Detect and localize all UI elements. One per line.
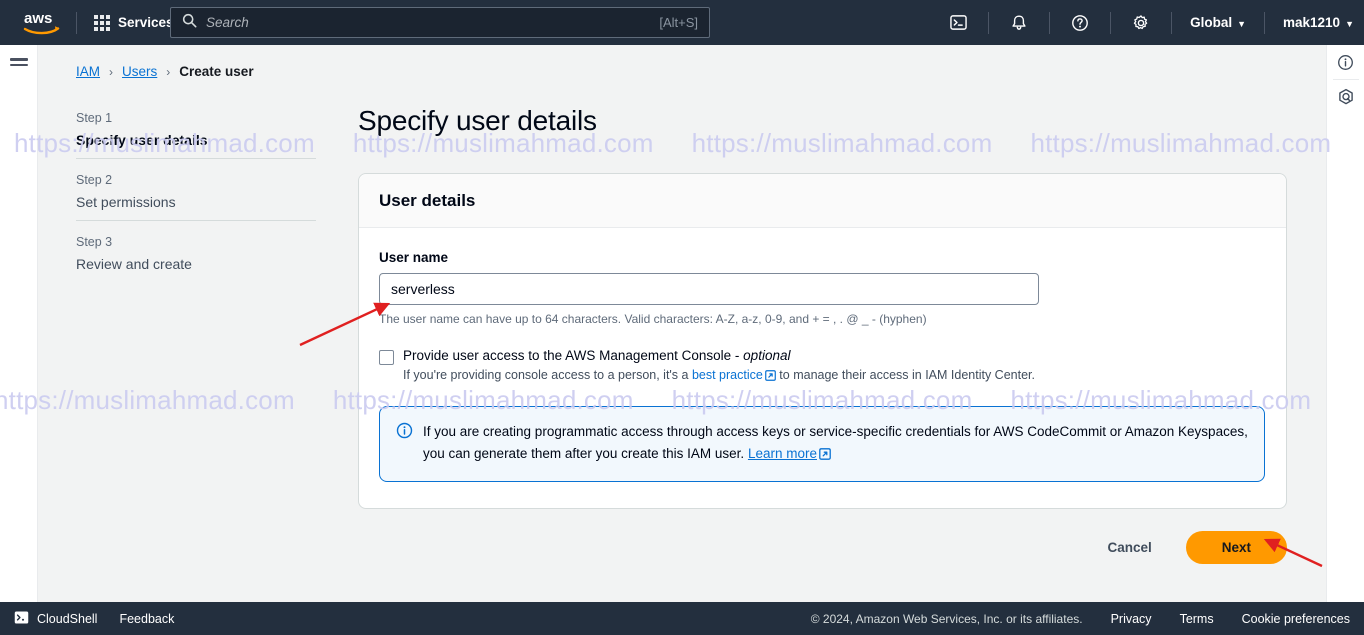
- global-search-bar[interactable]: Search [Alt+S]: [170, 7, 710, 38]
- breadcrumb-item-current: Create user: [179, 64, 254, 79]
- menu-toggle-button[interactable]: [9, 58, 28, 66]
- form-actions: Cancel Next: [358, 530, 1288, 564]
- region-selector[interactable]: Global ▼: [1180, 9, 1256, 36]
- footer-bar: CloudShell Feedback © 2024, Amazon Web S…: [0, 602, 1364, 635]
- user-details-card: User details User name The user name can…: [358, 173, 1287, 509]
- nav-divider: [1110, 11, 1112, 34]
- breadcrumb-item-iam[interactable]: IAM: [76, 64, 100, 79]
- privacy-link[interactable]: Privacy: [1111, 612, 1152, 626]
- username-label: User name: [379, 250, 449, 265]
- services-menu-button[interactable]: Services: [85, 9, 183, 37]
- description-suffix: to manage their access in IAM Identity C…: [775, 368, 1035, 382]
- learn-more-link[interactable]: Learn more: [748, 446, 817, 461]
- assistant-panel-button[interactable]: [1330, 80, 1362, 114]
- footer-left-group: CloudShell Feedback: [14, 610, 174, 628]
- description-prefix: If you're providing console access to a …: [403, 368, 692, 382]
- username-hint: The user name can have up to 64 characte…: [379, 312, 927, 326]
- terms-link[interactable]: Terms: [1180, 612, 1214, 626]
- card-body: User name The user name can have up to 6…: [359, 228, 1286, 508]
- nav-divider: [1049, 11, 1051, 34]
- external-link-icon: [819, 445, 831, 467]
- step-label: Review and create: [76, 256, 192, 272]
- breadcrumb-item-users[interactable]: Users: [122, 64, 157, 79]
- cloudshell-label: CloudShell: [37, 611, 98, 626]
- chevron-down-icon: ▼: [1237, 18, 1247, 29]
- copyright-text: © 2024, Amazon Web Services, Inc. or its…: [810, 611, 1083, 626]
- page-shell: IAM › Users › Create user Step 1 Specify…: [0, 45, 1364, 602]
- search-input-placeholder: Search: [206, 15, 249, 30]
- svg-text:aws: aws: [24, 10, 52, 27]
- notifications-button[interactable]: [1002, 8, 1036, 38]
- account-label: mak1210: [1283, 15, 1341, 30]
- info-alert: If you are creating programmatic access …: [379, 406, 1265, 482]
- sidebar-item-step-3[interactable]: Step 3 Review and create: [76, 220, 316, 282]
- aws-logo[interactable]: aws: [16, 10, 68, 36]
- cloudshell-button[interactable]: CloudShell: [14, 610, 97, 628]
- info-panel-button[interactable]: [1330, 45, 1362, 79]
- aws-console-page: aws Services Search [Alt+S] Global ▼ mak…: [0, 0, 1364, 635]
- card-title: User details: [379, 191, 476, 210]
- sidebar-item-step-1[interactable]: Step 1 Specify user details: [76, 105, 316, 158]
- nav-divider: [1171, 11, 1173, 34]
- step-label: Set permissions: [76, 194, 176, 210]
- nav-divider: [1264, 11, 1266, 34]
- settings-button[interactable]: [1124, 8, 1158, 38]
- feedback-link[interactable]: Feedback: [119, 612, 174, 626]
- console-access-label: Provide user access to the AWS Managemen…: [403, 348, 1035, 363]
- card-header: User details: [359, 174, 1286, 228]
- content-area: IAM › Users › Create user Step 1 Specify…: [38, 45, 1326, 602]
- services-label: Services: [118, 15, 174, 30]
- external-link-icon: [764, 370, 776, 384]
- account-menu[interactable]: mak1210 ▼: [1273, 9, 1364, 36]
- step-number: Step 1: [76, 111, 113, 125]
- page-title: Specify user details: [358, 105, 597, 136]
- cookie-preferences-link[interactable]: Cookie preferences: [1242, 612, 1350, 626]
- main-pane: Specify user details User details User n…: [358, 105, 1288, 564]
- info-alert-body: If you are creating programmatic access …: [423, 424, 1248, 461]
- best-practice-link[interactable]: best practice: [692, 368, 763, 382]
- step-label: Specify user details: [76, 132, 208, 148]
- chevron-down-icon: ▼: [1345, 18, 1354, 29]
- region-label: Global: [1190, 15, 1233, 30]
- info-circle-icon: [396, 422, 413, 467]
- optional-tag: optional: [743, 348, 791, 363]
- terminal-icon: [14, 610, 29, 628]
- info-alert-text: If you are creating programmatic access …: [423, 421, 1248, 467]
- username-input[interactable]: [379, 273, 1039, 305]
- search-icon: [182, 13, 197, 33]
- grid-icon: [94, 14, 110, 31]
- top-nav-right-group: Global ▼ mak1210 ▼: [936, 0, 1364, 45]
- help-button[interactable]: [1063, 8, 1097, 38]
- nav-divider: [988, 11, 990, 34]
- breadcrumb: IAM › Users › Create user: [76, 64, 254, 79]
- cloudshell-launch-button[interactable]: [941, 8, 975, 38]
- breadcrumb-separator: ›: [166, 64, 171, 79]
- nav-divider: [76, 11, 77, 34]
- cancel-button[interactable]: Cancel: [1095, 532, 1163, 563]
- console-access-checkbox[interactable]: [379, 350, 394, 365]
- search-shortcut-hint: [Alt+S]: [659, 15, 698, 30]
- console-access-description: If you're providing console access to a …: [403, 368, 1035, 384]
- console-access-checkbox-row: Provide user access to the AWS Managemen…: [379, 348, 1266, 384]
- sidebar-item-step-2[interactable]: Step 2 Set permissions: [76, 158, 316, 220]
- footer-right-group: © 2024, Amazon Web Services, Inc. or its…: [811, 612, 1350, 626]
- step-number: Step 2: [76, 173, 113, 187]
- step-number: Step 3: [76, 235, 113, 249]
- wizard-steps: Step 1 Specify user details Step 2 Set p…: [76, 105, 316, 282]
- breadcrumb-separator: ›: [109, 64, 114, 79]
- next-button[interactable]: Next: [1185, 530, 1287, 564]
- left-rail: [0, 45, 38, 602]
- top-navigation-bar: aws Services Search [Alt+S] Global ▼ mak…: [0, 0, 1364, 45]
- right-rail: [1326, 45, 1364, 602]
- console-access-label-text: Provide user access to the AWS Managemen…: [403, 348, 744, 363]
